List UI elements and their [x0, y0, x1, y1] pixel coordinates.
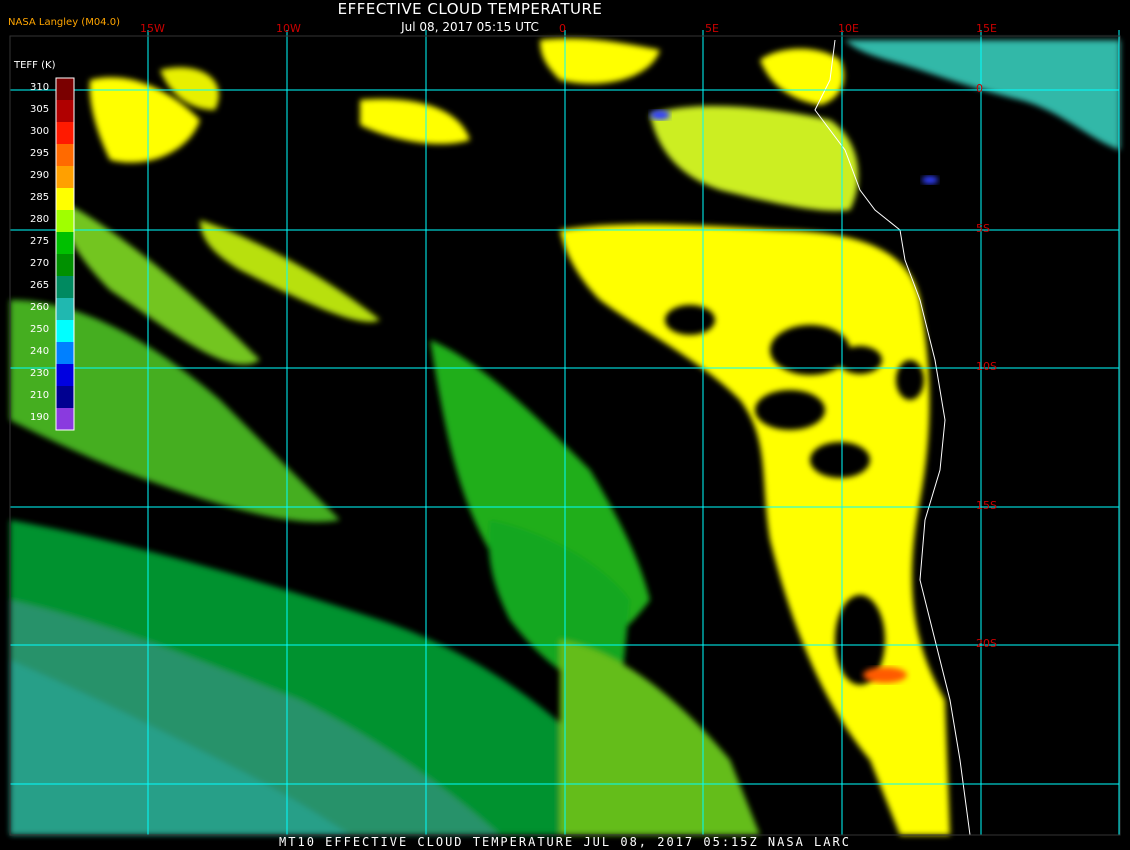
legend-tick-label: 285 [30, 192, 50, 203]
legend-swatch [56, 276, 74, 299]
legend-tick-label: 295 [30, 148, 50, 159]
legend-swatch [56, 166, 74, 189]
legend-tick-label: 310 [30, 82, 50, 93]
legend-swatch [56, 100, 74, 123]
lat-label-5s: 5S [976, 222, 990, 235]
legend-swatch [56, 386, 74, 409]
legend-title: TEFF (K) [14, 60, 56, 71]
lat-label-10s: 10S [976, 360, 997, 373]
legend-swatch [56, 210, 74, 233]
lon-label-0: 0 [559, 22, 566, 35]
legend-tick-label: 280 [30, 214, 50, 225]
footer-caption: MT10 EFFECTIVE CLOUD TEMPERATURE JUL 08,… [279, 835, 851, 849]
lat-label-0: 0 [976, 82, 983, 95]
legend-tick-label: 260 [30, 302, 50, 313]
lon-label-10e: 10E [838, 22, 859, 35]
lon-label-5e: 5E [705, 22, 719, 35]
legend-swatch [56, 78, 74, 101]
legend-tick-label: 240 [30, 346, 50, 357]
map-title: EFFECTIVE CLOUD TEMPERATURE [337, 0, 603, 18]
legend-tick-label: 275 [30, 236, 50, 247]
legend-swatch [56, 342, 74, 365]
legend-tick-label: 265 [30, 280, 50, 291]
legend-tick-label: 270 [30, 258, 50, 269]
warm-patch [863, 667, 907, 683]
legend-swatch [56, 188, 74, 211]
legend-swatch [56, 320, 74, 343]
lat-label-20s: 20S [976, 637, 997, 650]
legend-tick-label: 300 [30, 126, 50, 137]
credit-label: NASA Langley (M04.0) [8, 17, 120, 28]
legend-tick-label: 230 [30, 368, 50, 379]
legend-swatch [56, 254, 74, 277]
cloud-temperature-map [0, 0, 1130, 850]
legend-swatch [56, 122, 74, 145]
legend-swatch [56, 364, 74, 387]
legend-colorbar [55, 77, 75, 431]
legend-swatch [56, 408, 74, 431]
lon-label-10w: 10W [276, 22, 301, 35]
lon-label-15e: 15E [976, 22, 997, 35]
legend-swatch [56, 232, 74, 255]
legend-swatch [56, 144, 74, 167]
lon-label-15w: 15W [140, 22, 165, 35]
legend-tick-label: 305 [30, 104, 50, 115]
legend-tick-label: 210 [30, 390, 50, 401]
legend-tick-label: 190 [30, 412, 50, 423]
lat-label-15s: 15S [976, 499, 997, 512]
legend-swatch [56, 298, 74, 321]
legend-tick-label: 250 [30, 324, 50, 335]
legend-tick-label: 290 [30, 170, 50, 181]
